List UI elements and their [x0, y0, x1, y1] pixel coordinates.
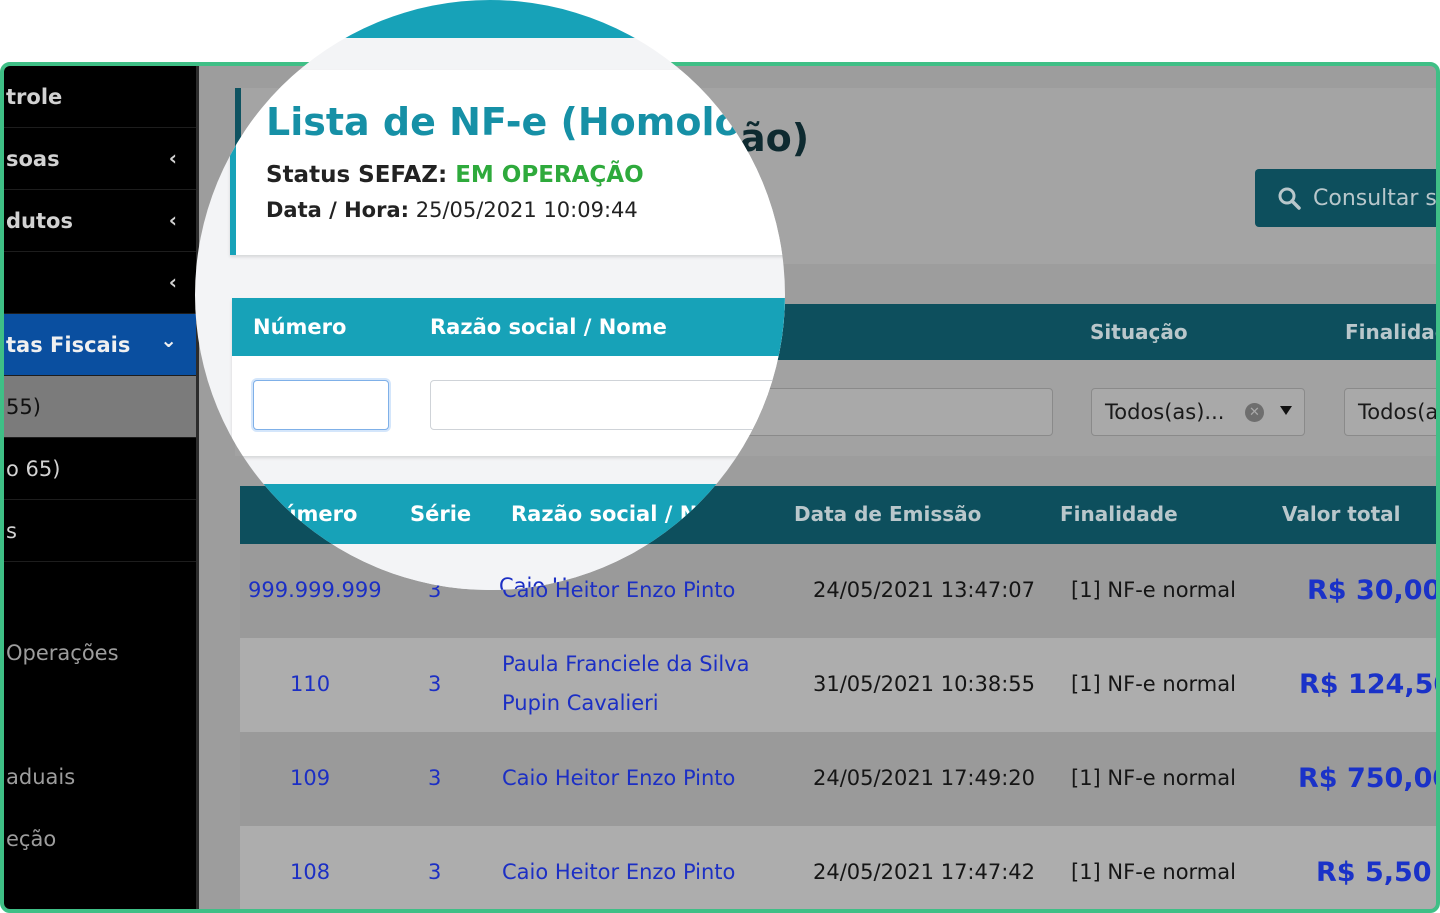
filter-header-bar: Número Razão social / Nome — [232, 298, 785, 356]
cell-razao-social[interactable]: Caio Heitor Enzo Pinto — [502, 860, 735, 884]
sidebar-item-pessoas[interactable]: soas ‹ — [4, 128, 199, 190]
date-time: Data / Hora: 25/05/2021 10:09:44 — [266, 198, 638, 222]
magnified-area: Lista de NF-e (Homologa Status SEFAZ: EM… — [195, 0, 785, 590]
cell-razao-social[interactable]: Caio Heitor Enzo Pinto — [502, 766, 735, 790]
sidebar-item-label: soas — [6, 146, 60, 171]
sidebar-item-label: s — [6, 518, 17, 543]
top-navbar — [195, 0, 785, 38]
magnifier-lens: Lista de NF-e (Homologa Status SEFAZ: EM… — [195, 0, 785, 590]
table-header: Número Série Razão social / Nome — [237, 484, 785, 544]
sidebar-item-label: 55) — [6, 394, 41, 419]
column-header-valor: Valor total — [1282, 502, 1401, 526]
sidebar-item-estaduais[interactable]: aduais — [4, 746, 199, 808]
search-icon — [1278, 187, 1301, 210]
consultar-status-label: Consultar statu — [1313, 185, 1437, 211]
chevron-down-icon: ⌄ — [160, 328, 177, 352]
situacao-select[interactable]: Todos(as)... ✕ — [1091, 388, 1305, 436]
column-header-data: Data de Emissão — [794, 502, 982, 526]
table-row[interactable]: 109 3 Caio Heitor Enzo Pinto 24/05/2021 … — [240, 732, 1440, 826]
situacao-select-value: Todos(as)... — [1105, 400, 1225, 424]
table-row[interactable]: 110 3 Paula Franciele da Silva Pupin Cav… — [240, 638, 1440, 732]
page-header-card: Lista de NF-e (Homologa Status SEFAZ: EM… — [230, 70, 785, 255]
sidebar-item-controle[interactable]: trole — [4, 66, 199, 128]
cell-data-emissao: 24/05/2021 17:47:42 — [813, 860, 1036, 884]
cell-serie[interactable]: 3 — [428, 766, 441, 790]
consultar-status-button[interactable]: Consultar statu — [1255, 169, 1437, 227]
caret-down-icon — [1280, 406, 1292, 415]
column-header-finalidade: Finalidade — [1060, 502, 1178, 526]
date-time-value: 25/05/2021 10:09:44 — [415, 198, 638, 222]
sidebar-item-produtos[interactable]: dutos ‹ — [4, 190, 199, 252]
cell-razao-social-line1[interactable]: Paula Franciele da Silva — [502, 652, 750, 676]
sefaz-status: Status SEFAZ: EM OPERAÇÃO — [266, 162, 644, 188]
sidebar-item-recepcao[interactable]: eção — [4, 808, 199, 870]
sefaz-status-value: EM OPERAÇÃO — [455, 162, 644, 188]
sidebar-item-label: o 65) — [6, 456, 61, 481]
date-time-label: Data / Hora: — [266, 198, 410, 222]
razao-social-filter-input[interactable] — [430, 380, 785, 430]
page-title: Lista de NF-e (Homologa — [266, 100, 785, 144]
sidebar-item-unnamed[interactable]: ‹ — [4, 252, 199, 314]
clear-icon[interactable]: ✕ — [1245, 403, 1264, 422]
sefaz-status-label: Status SEFAZ: — [266, 162, 448, 188]
table-row[interactable]: 108 3 Caio Heitor Enzo Pinto 24/05/2021 … — [240, 826, 1436, 909]
chevron-left-icon: ‹ — [168, 270, 177, 294]
sidebar-item-label: eção — [6, 827, 57, 851]
column-header-serie: Série — [410, 502, 472, 526]
sidebar-item-label: aduais — [6, 765, 76, 789]
sidebar-item-operacoes[interactable]: Operações — [4, 622, 199, 684]
sidebar-item-label: tas Fiscais — [6, 332, 131, 357]
cell-numero[interactable]: 110 — [290, 672, 330, 696]
filter-panel: Número Razão social / Nome — [232, 298, 785, 456]
cell-data-emissao: 24/05/2021 13:47:07 — [813, 578, 1036, 602]
cell-numero[interactable]: 109 — [290, 766, 330, 790]
cell-numero[interactable]: 108 — [290, 860, 330, 884]
sidebar-subitem-nfe-55[interactable]: 55) — [4, 376, 199, 438]
cell-data-emissao: 31/05/2021 10:38:55 — [813, 672, 1036, 696]
column-header-numero: Número — [264, 502, 358, 526]
cell-valor-total: R$ 750,00 — [1298, 763, 1440, 794]
table-row[interactable]: Caio Heitor Enzo Pinto — [237, 544, 785, 590]
sidebar-item-label: Operações — [6, 641, 119, 665]
cell-serie[interactable]: 3 — [428, 860, 441, 884]
chevron-left-icon: ‹ — [168, 146, 177, 170]
filter-header-situacao: Situação — [1090, 320, 1188, 344]
cell-valor-total: R$ 30,00 — [1307, 575, 1440, 606]
finalidade-select[interactable]: Todos(as — [1344, 388, 1439, 436]
cell-razao-social-line2[interactable]: Pupin Cavalieri — [502, 691, 659, 715]
cell-finalidade: [1] NF-e normal — [1071, 860, 1236, 884]
cell-serie[interactable]: 3 — [428, 672, 441, 696]
cell-valor-total: R$ 5,50 — [1316, 857, 1432, 888]
cell-data-emissao: 24/05/2021 17:49:20 — [813, 766, 1036, 790]
cell-finalidade: [1] NF-e normal — [1071, 766, 1236, 790]
cell-valor-total: R$ 124,50 — [1299, 669, 1440, 700]
finalidade-select-value: Todos(as — [1358, 400, 1439, 424]
sidebar-subitem-nfce-65[interactable]: o 65) — [4, 438, 199, 500]
sidebar-item-label: trole — [6, 84, 63, 109]
cell-finalidade: [1] NF-e normal — [1071, 578, 1236, 602]
filter-header-finalidade: Finalidad — [1345, 320, 1440, 344]
sidebar: trole soas ‹ dutos ‹ ‹ tas Fiscais ⌄ 55)… — [4, 66, 199, 909]
filter-header-numero: Número — [253, 315, 347, 339]
sidebar-item-notas-fiscais[interactable]: tas Fiscais ⌄ — [4, 314, 199, 376]
column-header-razao-social: Razão social / Nome — [511, 502, 748, 526]
sidebar-item-label: dutos — [6, 208, 73, 233]
filter-header-razao-social: Razão social / Nome — [430, 315, 667, 339]
chevron-left-icon: ‹ — [168, 208, 177, 232]
cell-razao-social[interactable]: Caio Heitor Enzo Pinto — [499, 574, 732, 590]
numero-filter-input[interactable] — [253, 380, 389, 430]
sidebar-subitem-s[interactable]: s — [4, 500, 199, 562]
cell-finalidade: [1] NF-e normal — [1071, 672, 1236, 696]
